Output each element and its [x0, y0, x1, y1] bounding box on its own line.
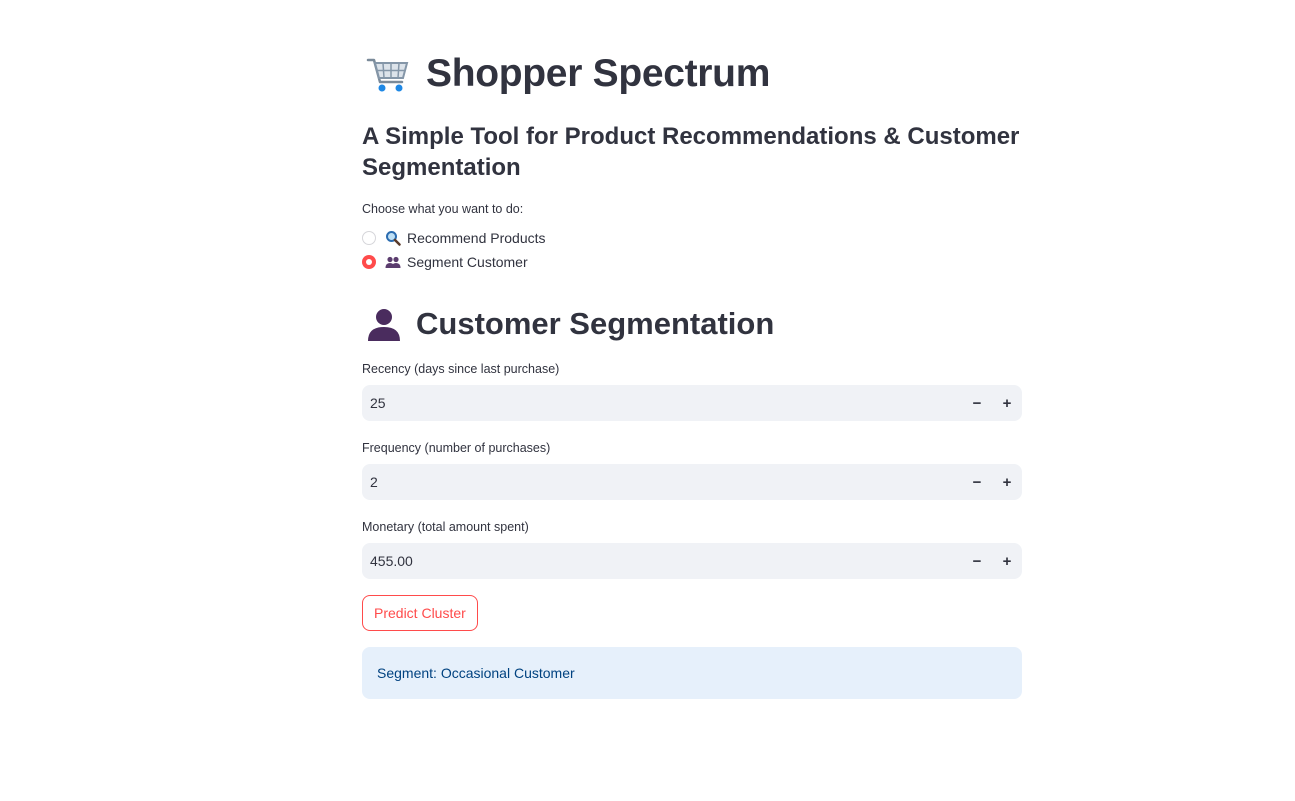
section-title: Customer Segmentation [416, 306, 775, 341]
recency-decrement-button[interactable]: − [962, 385, 992, 421]
page-title: Shopper Spectrum [426, 52, 771, 95]
segment-result-text: Segment: Occasional Customer [377, 665, 575, 681]
predict-cluster-button[interactable]: Predict Cluster [362, 595, 478, 631]
frequency-input-container: − + [362, 463, 1022, 501]
frequency-decrement-button[interactable]: − [962, 464, 992, 500]
magnifying-glass-icon [386, 231, 401, 246]
monetary-increment-button[interactable]: + [992, 543, 1022, 579]
radio-recommend-products[interactable]: Recommend Products [362, 228, 546, 248]
frequency-label: Frequency (number of purchases) [362, 441, 551, 455]
segment-result-alert: Segment: Occasional Customer [362, 647, 1022, 699]
radio-segment-customer[interactable]: Segment Customer [362, 252, 528, 272]
monetary-decrement-button[interactable]: − [962, 543, 992, 579]
section-header: Customer Segmentation [366, 302, 774, 346]
page-subtitle: A Simple Tool for Product Recommendation… [362, 123, 1020, 181]
radio-button-unselected[interactable] [362, 231, 376, 245]
shopping-cart-icon [366, 58, 409, 92]
mode-selector-label: Choose what you want to do: [362, 202, 524, 216]
people-icon [385, 256, 401, 268]
recency-input-container: − + [362, 384, 1022, 422]
monetary-label: Monetary (total amount spent) [362, 520, 529, 534]
radio-option-label: Segment Customer [407, 254, 528, 270]
frequency-input[interactable] [362, 463, 962, 501]
recency-input[interactable] [362, 384, 962, 422]
person-silhouette-icon [368, 309, 400, 341]
monetary-input-container: − + [362, 542, 1022, 580]
radio-option-label: Recommend Products [407, 230, 546, 246]
frequency-increment-button[interactable]: + [992, 464, 1022, 500]
recency-label: Recency (days since last purchase) [362, 362, 560, 376]
monetary-input[interactable] [362, 542, 962, 580]
recency-increment-button[interactable]: + [992, 385, 1022, 421]
radio-button-selected[interactable] [362, 255, 376, 269]
page-header: Shopper Spectrum [366, 50, 770, 98]
